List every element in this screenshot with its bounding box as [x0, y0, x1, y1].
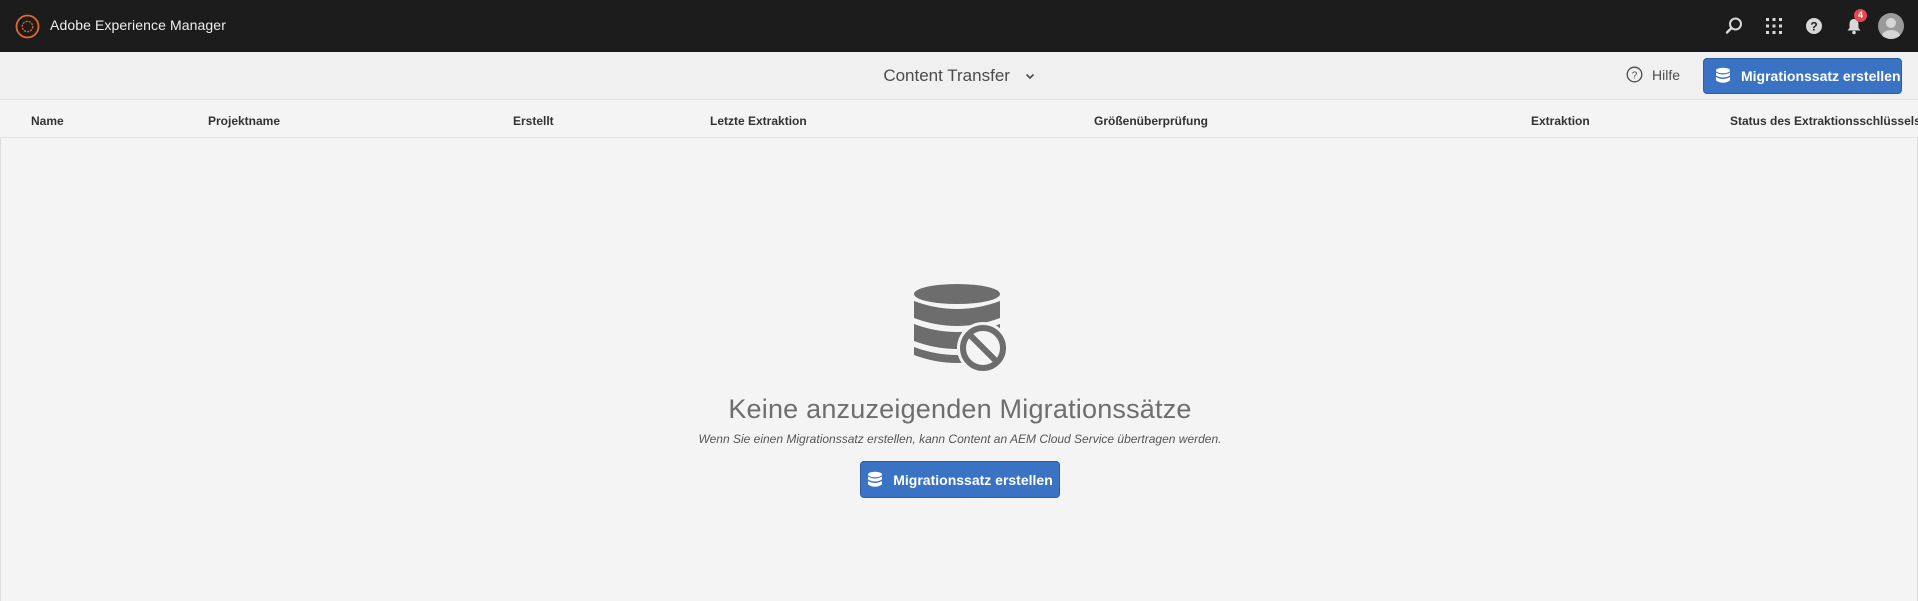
user-icon — [1882, 18, 1900, 39]
help-menu-button[interactable]: ? — [1794, 12, 1834, 40]
svg-text:?: ? — [1810, 20, 1817, 34]
search-icon — [1725, 17, 1742, 34]
question-circle-icon: ? — [1626, 66, 1643, 83]
database-blocked-icon — [914, 284, 1009, 374]
svg-text:?: ? — [1632, 70, 1638, 81]
empty-state-heading: Keine anzuzeigenden Migrationssätze — [728, 394, 1192, 424]
column-header-extraction[interactable]: Extraktion — [1531, 114, 1590, 128]
notifications-button[interactable]: 4 — [1834, 9, 1874, 40]
app-title[interactable]: Adobe Experience Manager — [50, 17, 226, 33]
help-icon: ? — [1806, 18, 1822, 34]
create-migration-set-button[interactable]: Migrationssatz erstellen — [1703, 58, 1902, 94]
user-avatar[interactable] — [1878, 13, 1904, 39]
empty-state-description: Wenn Sie einen Migrationssatz erstellen,… — [698, 432, 1222, 446]
notification-badge: 4 — [1854, 9, 1867, 22]
empty-state-create-label: Migrationssatz erstellen — [893, 471, 1053, 488]
empty-state-create-button[interactable]: Migrationssatz erstellen — [860, 461, 1060, 498]
column-header-size-check[interactable]: Größenüberprüfung — [1094, 114, 1208, 128]
column-header-project-name[interactable]: Projektname — [208, 114, 280, 128]
column-header-created[interactable]: Erstellt — [513, 114, 554, 128]
search-button[interactable] — [1714, 12, 1754, 40]
shell-bar: Adobe Experience Manager ? 4 — [0, 0, 1918, 52]
view-title-label: Content Transfer — [883, 66, 1010, 85]
column-header-name[interactable]: Name — [31, 114, 64, 128]
apps-button[interactable] — [1754, 12, 1794, 40]
database-icon — [868, 471, 883, 487]
chevron-down-icon — [1025, 73, 1034, 80]
table-header: Name Projektname Erstellt Letzte Extrakt… — [0, 101, 1918, 138]
shell-actions: ? 4 — [1714, 9, 1904, 40]
aem-logo-icon[interactable] — [15, 14, 40, 39]
column-header-last-extraction[interactable]: Letzte Extraktion — [710, 114, 807, 128]
create-migration-set-label: Migrationssatz erstellen — [1741, 68, 1901, 84]
action-bar: Content Transfer ? Hilfe Migrationssatz … — [0, 52, 1918, 100]
database-icon — [1716, 67, 1730, 83]
column-header-extraction-key-status[interactable]: Status des Extraktionsschlüssels — [1730, 114, 1918, 128]
apps-grid-icon — [1766, 18, 1782, 34]
empty-state: Keine anzuzeigenden Migrationssätze Wenn… — [0, 138, 1918, 601]
help-button[interactable]: ? Hilfe — [1626, 66, 1680, 83]
help-label: Hilfe — [1652, 66, 1681, 83]
